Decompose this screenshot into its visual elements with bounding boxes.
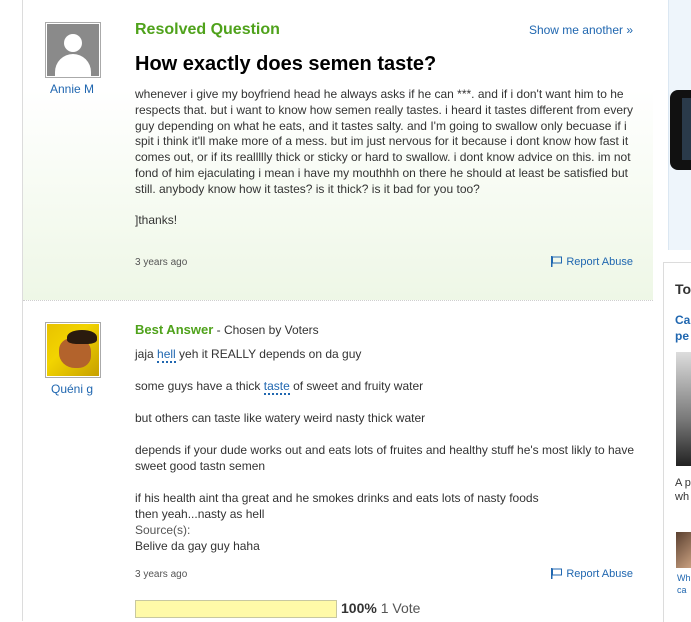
source-label: Source(s):	[135, 523, 191, 537]
asker-name-link[interactable]: Annie M	[37, 82, 107, 96]
answerer-photo	[47, 324, 99, 376]
vote-percent: 100% 1 Vote	[341, 600, 421, 616]
vote-bar	[135, 600, 337, 618]
sidebar-heading: To	[675, 281, 691, 297]
answerer-name-link[interactable]: Quéni g	[37, 382, 107, 396]
question-card: Annie M Resolved Question Show me anothe…	[22, 0, 654, 621]
question-timestamp: 3 years ago	[135, 257, 188, 268]
question-report-abuse-link[interactable]: Report Abuse	[550, 256, 633, 268]
flag-icon	[551, 256, 563, 267]
answer-line-5: if his health aint tha great and he smok…	[135, 491, 539, 505]
vote-bar-fill	[136, 601, 336, 617]
answer-line-4: depends if your dude works out and eats …	[135, 443, 635, 473]
source-text: Belive da gay guy haha	[135, 539, 260, 553]
default-user-icon	[47, 24, 99, 76]
question-body-text: whenever i give my boyfriend head he alw…	[135, 87, 637, 196]
answer-body: jaja hell yeh it REALLY depends on da gu…	[135, 346, 645, 554]
question-section: Annie M Resolved Question Show me anothe…	[23, 0, 653, 301]
sidebar-link-1b[interactable]: pe	[675, 328, 689, 344]
question-title: How exactly does semen taste?	[135, 53, 437, 75]
phone-ad-screen	[682, 98, 691, 160]
keyword-link-hell[interactable]: hell	[157, 347, 176, 363]
answer-report-abuse-link[interactable]: Report Abuse	[550, 568, 633, 580]
answer-line-1: jaja hell yeh it REALLY depends on da gu…	[135, 347, 362, 363]
sidebar-link-1[interactable]: Ca	[675, 312, 690, 328]
sidebar-thumbnail[interactable]	[676, 532, 691, 568]
answerer-avatar[interactable]	[45, 322, 101, 378]
best-answer-label: Best Answer	[135, 322, 214, 337]
best-answer-header: Best Answer - Chosen by Voters	[135, 322, 319, 337]
answer-line-3: but others can taste like watery weird n…	[135, 411, 426, 425]
sidebar-small-link-b[interactable]: ca	[677, 584, 687, 596]
show-another-link[interactable]: Show me another »	[529, 23, 633, 37]
flag-icon	[551, 568, 563, 579]
keyword-link-taste[interactable]: taste	[263, 379, 290, 395]
sidebar-small-link[interactable]: Wh	[677, 572, 691, 584]
sidebar-text-1: A p	[675, 477, 691, 489]
question-body: whenever i give my boyfriend head he alw…	[135, 87, 635, 229]
answer-report-label: Report Abuse	[566, 568, 633, 580]
status-label: Resolved Question	[135, 21, 280, 38]
vote-count: 1 Vote	[376, 600, 421, 616]
answer-line-2: some guys have a thick taste of sweet an…	[135, 379, 424, 395]
chosen-by-text: - Chosen by Voters	[213, 323, 319, 337]
asker-avatar[interactable]	[45, 22, 101, 78]
question-report-label: Report Abuse	[566, 256, 633, 268]
answer-line-6: then yeah...nasty as hell	[135, 507, 265, 521]
sidebar-image[interactable]	[676, 352, 691, 466]
left-gutter	[0, 0, 22, 621]
answer-timestamp: 3 years ago	[135, 569, 188, 580]
question-body-end: ]thanks!	[135, 213, 178, 228]
sidebar-text-1b: wh	[675, 491, 690, 503]
